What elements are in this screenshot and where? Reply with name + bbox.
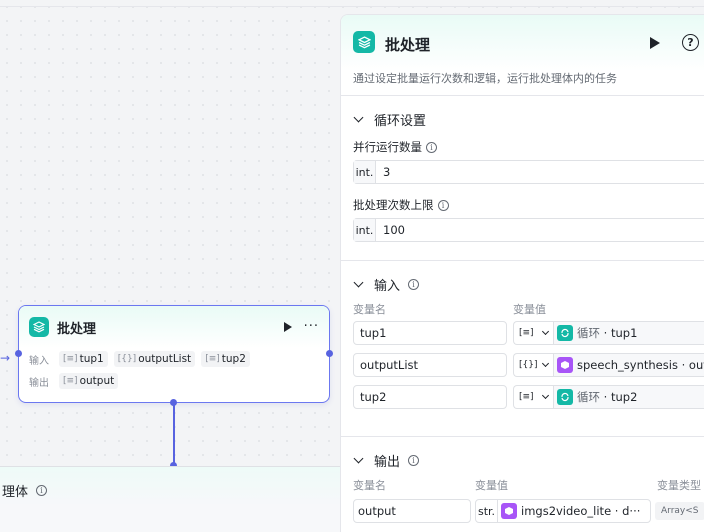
node-input-chip: [≡] tup2 — [201, 351, 250, 367]
panel-header: 批处理 ? 通过设定批量运行次数和逻辑，运行批处理体内的任务 — [341, 15, 704, 95]
str-type-prefix: str. — [476, 500, 498, 522]
batch-body-title: 理体 — [2, 485, 29, 500]
loop-settings-title: 循环设置 — [374, 113, 427, 129]
info-icon[interactable]: i — [437, 199, 449, 211]
run-node-icon[interactable] — [283, 322, 292, 332]
output-var-row: output str. imgs2video_lite · d··· Array… — [353, 499, 704, 523]
loop-settings-section: 循环设置 并行运行数量 i int. 3 批处理次数上限 i int. 100 — [341, 95, 704, 260]
chevron-down-icon — [541, 391, 550, 400]
chevron-down-icon[interactable] — [353, 453, 364, 463]
batch-body-panel[interactable]: 理体 i — [0, 466, 340, 532]
input-title: 输入 — [374, 278, 401, 294]
node-input-port[interactable] — [15, 350, 22, 357]
help-icon[interactable]: ? — [682, 34, 699, 51]
output-title: 输出 — [374, 454, 401, 470]
var-ref-value[interactable]: 循环 · tup1 — [553, 321, 704, 345]
top-divider — [0, 6, 704, 7]
batch-node-title: 批处理 — [57, 321, 97, 337]
batch-limit-value[interactable]: 100 — [376, 219, 405, 241]
loop-settings-header[interactable]: 循环设置 — [353, 96, 704, 142]
info-icon[interactable]: i — [408, 278, 420, 290]
batch-limit-input[interactable]: int. 100 — [353, 218, 704, 242]
loop-icon — [557, 325, 573, 341]
layers-icon — [29, 317, 49, 337]
chevron-down-icon — [541, 327, 550, 336]
info-icon[interactable]: i — [36, 485, 48, 496]
output-var-name-input[interactable]: output — [353, 499, 471, 523]
batch-node-header: 批处理 ··· — [19, 306, 329, 348]
var-ref-value[interactable]: 循环 · tup2 — [553, 385, 704, 409]
input-var-row: tup1 [≡] 循环 · tup1 — [353, 321, 704, 345]
int-type-prefix: int. — [354, 161, 376, 183]
node-output-label: 输出 — [29, 377, 49, 389]
node-output-row: 输出 [≡] output — [19, 370, 329, 392]
node-input-chip: [≡] tup1 — [59, 351, 108, 367]
edge-to-batch-body — [173, 403, 175, 466]
chevron-down-icon — [541, 359, 550, 368]
parallel-count-input[interactable]: int. 3 — [353, 160, 704, 184]
chevron-down-icon[interactable] — [353, 277, 364, 287]
output-column-headers: 变量名 变量值 变量类型 — [353, 479, 701, 492]
parallel-count-value[interactable]: 3 — [376, 161, 390, 183]
layers-icon — [353, 31, 375, 53]
incoming-edge-arrow: → — [0, 351, 11, 365]
info-icon[interactable]: i — [408, 454, 420, 466]
parallel-count-label: 并行运行数量 i — [353, 138, 704, 156]
info-icon[interactable]: i — [426, 141, 437, 153]
node-input-chip: [{}] outputList — [113, 351, 196, 367]
var-name-input[interactable]: outputList — [353, 353, 507, 377]
node-input-label: 输入 — [29, 355, 49, 367]
cube-icon — [557, 357, 573, 373]
loop-icon — [557, 389, 573, 405]
cube-icon — [501, 503, 517, 519]
node-config-panel: 批处理 ? 通过设定批量运行次数和逻辑，运行批处理体内的任务 循环设置 并行运行… — [340, 14, 704, 532]
chevron-down-icon[interactable] — [353, 112, 364, 122]
var-name-input[interactable]: tup2 — [353, 385, 507, 409]
input-var-row: tup2 [≡] 循环 · tup2 — [353, 385, 704, 409]
var-type-select[interactable]: [{}] — [513, 353, 553, 377]
batch-node[interactable]: 批处理 ··· 输入 [≡] tup1 [{}] outputList [≡] tup… — [18, 305, 330, 403]
panel-description: 通过设定批量运行次数和逻辑，运行批处理体内的任务 — [353, 72, 617, 85]
input-section: 输入 i 变量名 变量值 tup1 [≡] 循环 · tup1 outputLi… — [341, 260, 704, 436]
var-name-input[interactable]: tup1 — [353, 321, 507, 345]
run-icon[interactable] — [650, 37, 660, 49]
output-var-ref[interactable]: str. imgs2video_lite · d··· — [475, 499, 651, 523]
var-type-select[interactable]: [≡] — [513, 385, 553, 409]
panel-title: 批处理 — [385, 36, 431, 54]
output-var-type-badge: Array<S — [655, 502, 704, 520]
node-output-chip: [≡] output — [59, 373, 119, 389]
node-output-port[interactable] — [326, 350, 333, 357]
node-input-row: 输入 [≡] tup1 [{}] outputList [≡] tup2 — [19, 348, 329, 370]
var-ref-value[interactable]: speech_synthesis · out — [553, 353, 704, 377]
input-var-row: outputList [{}] speech_synthesis · out — [353, 353, 704, 377]
batch-limit-label: 批处理次数上限 i — [353, 196, 704, 214]
output-section: 输出 i 变量名 变量值 变量类型 output str. imgs2video… — [341, 436, 704, 532]
more-icon[interactable]: ··· — [304, 320, 319, 333]
var-type-select[interactable]: [≡] — [513, 321, 553, 345]
input-column-headers: 变量名 变量值 — [353, 303, 546, 316]
int-type-prefix: int. — [354, 219, 376, 241]
